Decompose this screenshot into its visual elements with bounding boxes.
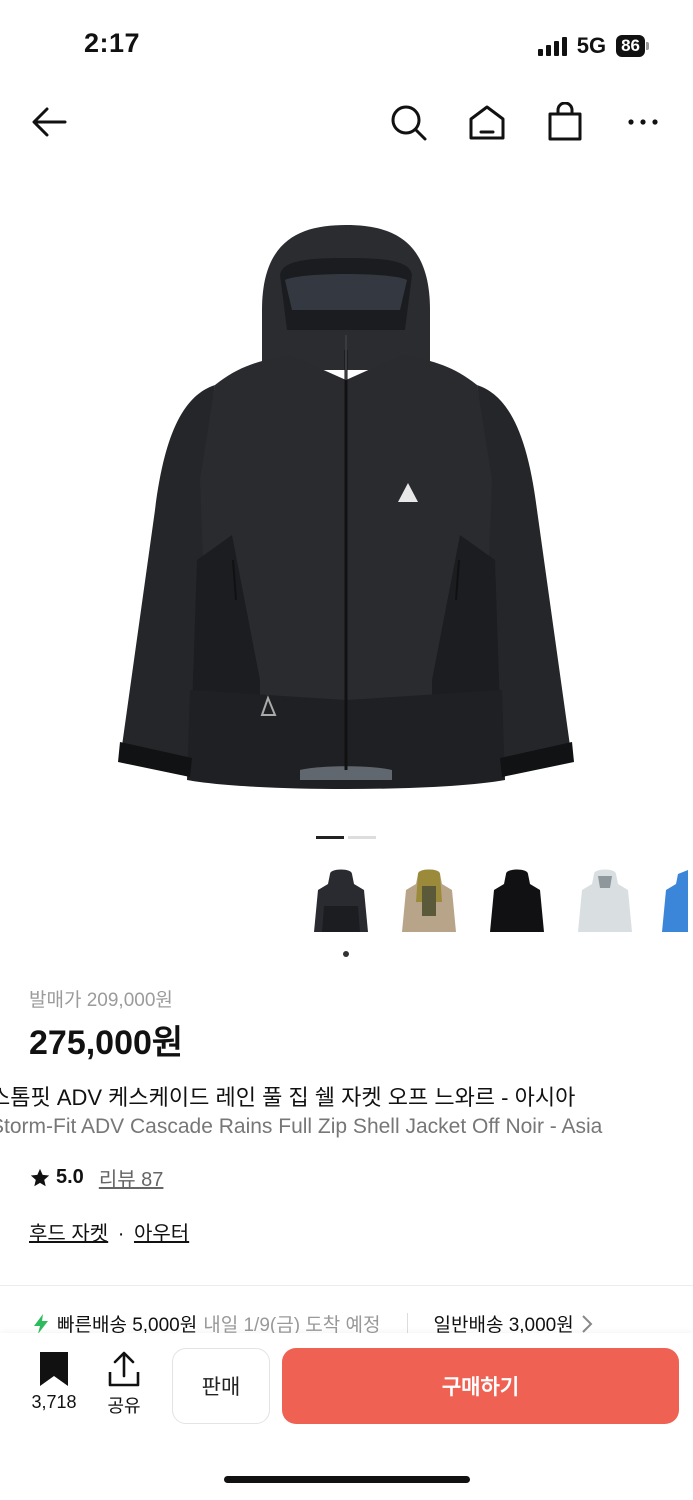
gallery-indicator — [316, 836, 376, 839]
chevron-right-icon — [582, 1314, 593, 1333]
shipping-separator — [406, 1312, 408, 1335]
product-name-en: Storm-Fit ADV Cascade Rains Full Zip She… — [0, 1115, 603, 1138]
release-price: 발매가 209,000원 — [29, 990, 173, 1011]
review-link[interactable]: 리뷰 87 — [99, 1163, 164, 1192]
product-image[interactable] — [0, 180, 693, 820]
thumbnail-black-grey[interactable] — [306, 862, 376, 942]
home-indicator — [224, 1476, 470, 1483]
gallery-dot — [348, 836, 376, 839]
category-breadcrumb: 후드 자켓 · 아우터 — [29, 1217, 189, 1246]
selected-thumbnail-dot — [343, 951, 349, 957]
network-type: 5G — [576, 33, 607, 58]
more-icon — [628, 119, 658, 125]
color-thumbnails — [306, 862, 688, 942]
thumbnail-olive-beige[interactable] — [394, 862, 464, 942]
share-icon — [108, 1351, 140, 1387]
buy-button[interactable]: 구매하기 — [282, 1348, 679, 1424]
back-button[interactable] — [27, 100, 71, 144]
arrow-left-icon — [32, 107, 67, 137]
more-button[interactable] — [621, 100, 665, 144]
bookmark-button[interactable]: 3,718 — [26, 1350, 82, 1413]
bookmark-count: 3,718 — [31, 1392, 77, 1412]
share-label: 공유 — [107, 1396, 141, 1416]
category-hood-jacket[interactable]: 후드 자켓 — [29, 1223, 108, 1245]
star-icon — [30, 1168, 50, 1186]
category-separator: · — [117, 1223, 125, 1245]
battery-level: 86 — [616, 35, 645, 57]
thumbnail-light-grey[interactable] — [570, 862, 640, 942]
rating-row: 5.0 리뷰 87 — [29, 1163, 163, 1192]
bag-button[interactable] — [543, 100, 587, 144]
thumbnail-blue[interactable] — [658, 862, 688, 942]
current-price: 275,000원 — [29, 1024, 184, 1062]
lightning-icon — [34, 1313, 48, 1334]
shopping-bag-icon — [548, 102, 582, 141]
home-button[interactable] — [465, 100, 509, 144]
sell-button[interactable]: 판매 — [172, 1348, 270, 1424]
search-icon — [391, 105, 427, 141]
signal-icon — [537, 36, 567, 56]
battery-icon: 86 — [616, 35, 649, 57]
home-icon — [469, 105, 505, 140]
thumbnail-black[interactable] — [482, 862, 552, 942]
bookmark-icon — [40, 1352, 68, 1386]
divider — [0, 1285, 693, 1286]
product-name-ko: 스톰핏 ADV 케스케이드 레인 풀 집 쉘 자켓 오프 느와르 - 아시아 — [0, 1085, 576, 1110]
rating-score: 5.0 — [56, 1166, 84, 1188]
status-time: 2:17 — [84, 28, 141, 58]
category-outer[interactable]: 아우터 — [134, 1223, 189, 1245]
gallery-dot-active — [316, 836, 344, 839]
search-button[interactable] — [386, 100, 430, 144]
share-button[interactable]: 공유 — [104, 1350, 144, 1418]
status-indicators: 5G 86 — [537, 33, 649, 59]
